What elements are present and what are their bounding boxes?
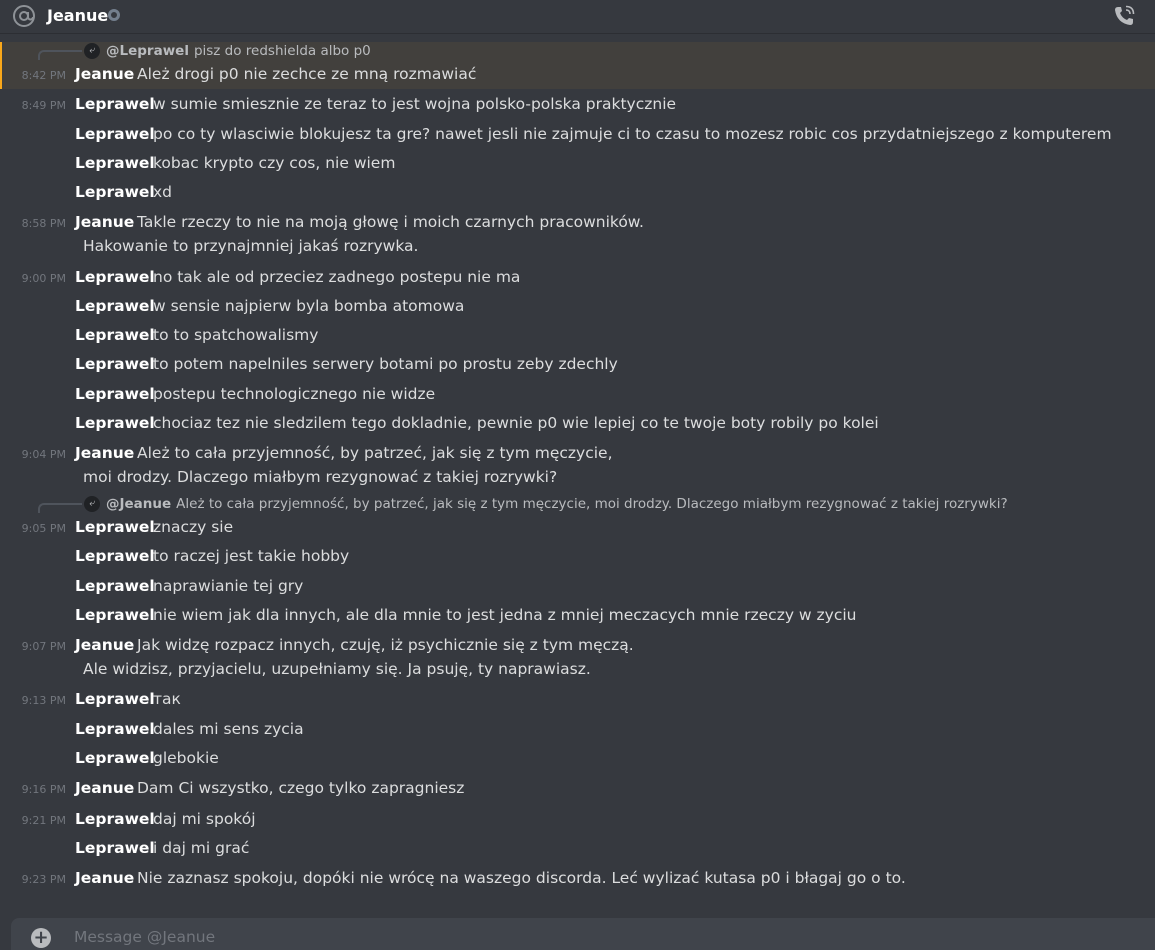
message-text-line-2: Ale widzisz, przyjacielu, uzupełniamy si…	[83, 660, 591, 678]
message-list: ⤶ @Leprawel pisz do redshielda albo p0 8:4…	[0, 35, 1155, 915]
message-text: znaczy sie	[153, 518, 234, 536]
message-text: i daj mi grać	[153, 839, 250, 857]
message-timestamp: 9:04 PM	[21, 448, 66, 461]
message-text: po co ty wlasciwie blokujesz ta gre? naw…	[153, 125, 1112, 143]
message-author[interactable]: Leprawel	[75, 355, 155, 373]
reply-icon: ⤶	[84, 496, 100, 512]
reply-preview[interactable]: ⤶ @Jeanue Ależ to cała przyjemność, by pat…	[84, 496, 1008, 512]
reply-icon: ⤶	[84, 43, 100, 59]
message-text: Jak widzę rozpacz innych, czuję, iż psyc…	[137, 636, 634, 654]
message-timestamp: 9:00 PM	[21, 272, 66, 285]
message-text: так	[153, 690, 181, 708]
at-icon	[13, 5, 35, 27]
message-text-line-2: Hakowanie to przynajmniej jakaś rozrywka…	[83, 237, 419, 255]
message-author[interactable]: Leprawel	[75, 95, 155, 113]
message-author[interactable]: Leprawel	[75, 297, 155, 315]
message-author[interactable]: Leprawel	[75, 839, 155, 857]
reply-author[interactable]: @Leprawel	[106, 43, 189, 59]
message-text: dales mi sens zycia	[153, 720, 304, 738]
message-text: Ależ to cała przyjemność, by patrzeć, ja…	[137, 444, 613, 462]
message-text: to potem napelniles serwery botami po pr…	[153, 355, 618, 373]
offline-status-icon	[108, 9, 120, 21]
channel-header: Jeanue	[0, 0, 1155, 34]
message-timestamp: 8:42 PM	[21, 69, 66, 82]
reply-preview[interactable]: ⤶ @Leprawel pisz do redshielda albo p0	[84, 43, 371, 59]
message-text: to to spatchowalismy	[153, 326, 319, 344]
message-author[interactable]: Leprawel	[75, 547, 155, 565]
message-text: Dam Ci wszystko, czego tylko zapragniesz	[137, 779, 465, 797]
message-author[interactable]: Leprawel	[75, 749, 155, 767]
message-text: w sumie smiesznie ze teraz to jest wojna…	[153, 95, 677, 113]
reply-text: Ależ to cała przyjemność, by patrzeć, ja…	[176, 496, 1008, 512]
message-author[interactable]: Jeanue	[75, 65, 134, 83]
message-text: w sensie najpierw byla bomba atomowa	[153, 297, 465, 315]
channel-title: Jeanue	[47, 6, 109, 25]
message-timestamp: 9:23 PM	[21, 873, 66, 886]
message-text: chociaz tez nie sledzilem tego dokladnie…	[153, 414, 879, 432]
message-text: no tak ale od przeciez zadnego postepu n…	[153, 268, 521, 286]
message-text: kobac krypto czy cos, nie wiem	[153, 154, 396, 172]
message-text: glebokie	[153, 749, 219, 767]
message-timestamp: 9:07 PM	[21, 640, 66, 653]
message-author[interactable]: Jeanue	[75, 213, 134, 231]
message-author[interactable]: Leprawel	[75, 810, 155, 828]
message-timestamp: 9:21 PM	[21, 814, 66, 827]
message-author[interactable]: Leprawel	[75, 268, 155, 286]
message-text: Ależ drogi p0 nie zechce ze mną rozmawia…	[137, 65, 477, 83]
reply-connector	[38, 503, 82, 513]
message-author[interactable]: Leprawel	[75, 385, 155, 403]
message-author[interactable]: Jeanue	[75, 779, 134, 797]
message-author[interactable]: Leprawel	[75, 414, 155, 432]
message-input[interactable]	[74, 926, 774, 948]
message-author[interactable]: Leprawel	[75, 125, 155, 143]
message-author[interactable]: Leprawel	[75, 154, 155, 172]
message-author[interactable]: Jeanue	[75, 869, 134, 887]
reply-connector	[38, 50, 82, 60]
message-author[interactable]: Jeanue	[75, 636, 134, 654]
message-author[interactable]: Leprawel	[75, 518, 155, 536]
voice-call-icon[interactable]	[1112, 4, 1136, 28]
message-author[interactable]: Leprawel	[75, 720, 155, 738]
message-text: naprawianie tej gry	[153, 577, 304, 595]
message-composer: +	[11, 918, 1155, 950]
message-text: postepu technologicznego nie widze	[153, 385, 436, 403]
message-text-line-2: moi drodzy. Dlaczego miałbym rezygnować …	[83, 468, 558, 486]
message-timestamp: 8:49 PM	[21, 99, 66, 112]
message-timestamp: 9:13 PM	[21, 694, 66, 707]
message-author[interactable]: Leprawel	[75, 606, 155, 624]
message-text: xd	[153, 183, 173, 201]
message-timestamp: 9:05 PM	[21, 522, 66, 535]
message-text: nie wiem jak dla innych, ale dla mnie to…	[153, 606, 857, 624]
message-text: to raczej jest takie hobby	[153, 547, 350, 565]
message-author[interactable]: Jeanue	[75, 444, 134, 462]
reply-text: pisz do redshielda albo p0	[193, 43, 371, 59]
plus-circle-icon[interactable]: +	[31, 928, 51, 948]
message-author[interactable]: Leprawel	[75, 690, 155, 708]
message-text: Takle rzeczy to nie na moją głowę i moic…	[137, 213, 644, 231]
message-text: daj mi spokój	[153, 810, 256, 828]
message-author[interactable]: Leprawel	[75, 326, 155, 344]
message-text: Nie zaznasz spokoju, dopóki nie wrócę na…	[137, 869, 906, 887]
message-author[interactable]: Leprawel	[75, 183, 155, 201]
reply-author[interactable]: @Jeanue	[106, 496, 171, 512]
message-timestamp: 9:16 PM	[21, 783, 66, 796]
message-author[interactable]: Leprawel	[75, 577, 155, 595]
message-timestamp: 8:58 PM	[21, 217, 66, 230]
